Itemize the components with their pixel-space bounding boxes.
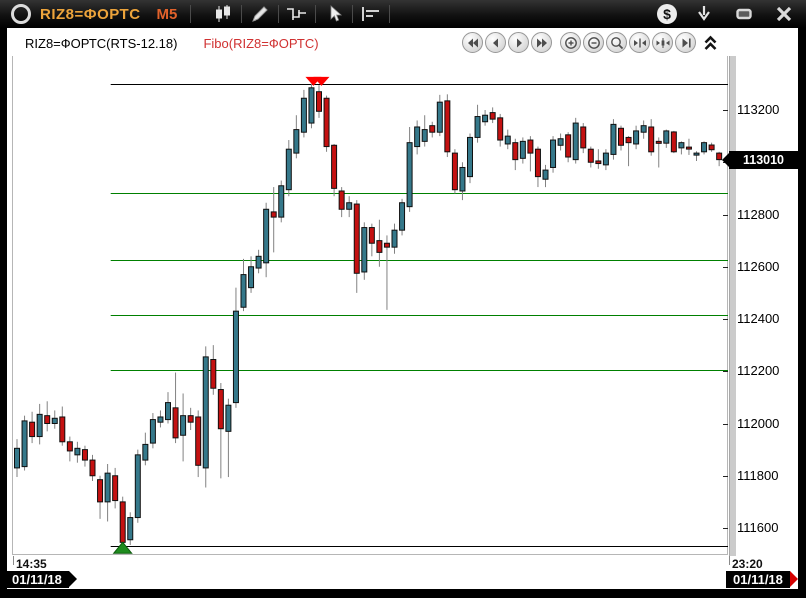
toolbar-divider xyxy=(389,5,390,23)
last-price-tag: 113010 xyxy=(729,151,798,169)
time-start-label: 14:35 xyxy=(16,557,47,571)
compress-candles-button[interactable] xyxy=(652,32,673,53)
trades-chart-icon[interactable] xyxy=(284,4,310,24)
scroll-left-button[interactable] xyxy=(485,32,506,53)
price-axis-label: 111600 xyxy=(737,520,795,535)
triangle-up-marker xyxy=(114,542,132,553)
scroll-fast-right-button[interactable] xyxy=(531,32,552,53)
titlebar: RIZ8=ФОРТС M5 $ xyxy=(0,0,806,28)
indicator-label[interactable]: Fibo(RIZ8=ФОРТС) xyxy=(203,36,318,51)
titlebar-timeframe: M5 xyxy=(157,6,178,23)
time-axis-tick-left xyxy=(13,556,14,565)
price-axis-label: 112400 xyxy=(737,311,795,326)
chart-nav-toolbar xyxy=(462,32,719,53)
date-arrow-right-icon xyxy=(790,571,798,587)
scroll-to-end-button[interactable] xyxy=(675,32,696,53)
zoom-box-button[interactable] xyxy=(606,32,627,53)
date-start-value: 01/11/18 xyxy=(12,572,62,587)
price-axis-label: 112200 xyxy=(737,363,795,378)
toolbar-divider xyxy=(190,5,191,23)
toolbar-divider xyxy=(278,5,279,23)
zoom-out-button[interactable] xyxy=(583,32,604,53)
date-end-value: 01/11/18 xyxy=(733,572,783,587)
price-axis-label: 112000 xyxy=(737,416,795,431)
dollar-button[interactable]: $ xyxy=(657,4,677,24)
toolbar-divider xyxy=(241,5,242,23)
date-tag-end: 01/11/18 xyxy=(726,571,790,588)
price-axis-strip[interactable] xyxy=(729,56,736,556)
toolbar-divider xyxy=(315,5,316,23)
titlebar-symbol: RIZ8=ФОРТС xyxy=(40,6,141,23)
collapse-toolbar-chevron[interactable] xyxy=(702,32,719,53)
drawing-toolbar xyxy=(210,4,395,24)
instrument-label: RIZ8=ФОРТС(RTS-12.18) xyxy=(25,36,177,51)
cursor-pointer-icon[interactable] xyxy=(321,4,347,24)
app-window: { "titlebar": { "symbol": "RIZ8=ФОРТС", … xyxy=(0,0,806,598)
chart-panel: RIZ8=ФОРТС(RTS-12.18) Fibo(RIZ8=ФОРТС) 11… xyxy=(7,28,798,589)
fibo-level-lines[interactable] xyxy=(111,85,728,547)
price-axis-label: 112800 xyxy=(737,207,795,222)
close-button[interactable] xyxy=(771,4,797,24)
candlestick-plot[interactable] xyxy=(12,56,728,555)
chart-header: RIZ8=ФОРТС(RTS-12.18) Fibo(RIZ8=ФОРТС) xyxy=(25,36,319,51)
scroll-fast-left-button[interactable] xyxy=(462,32,483,53)
download-arrow-button[interactable] xyxy=(691,4,717,24)
minimize-button[interactable] xyxy=(731,4,757,24)
toolbar-divider xyxy=(352,5,353,23)
date-tag-start: 01/11/18 xyxy=(5,571,69,588)
time-axis-tick-right xyxy=(729,556,730,565)
price-axis-label: 112600 xyxy=(737,259,795,274)
price-axis-label: 113200 xyxy=(737,102,795,117)
candlestick-chart-icon[interactable] xyxy=(210,4,236,24)
price-axis-label: 111800 xyxy=(737,468,795,483)
date-arrow-left-icon xyxy=(69,571,77,587)
last-price-value: 113010 xyxy=(743,153,784,167)
zoom-in-button[interactable] xyxy=(560,32,581,53)
levels-icon[interactable] xyxy=(358,4,384,24)
compress-horizontal-button[interactable] xyxy=(629,32,650,53)
window-controls: $ xyxy=(657,4,797,24)
scroll-right-button[interactable] xyxy=(508,32,529,53)
time-end-label: 23:20 xyxy=(732,557,763,571)
pencil-draw-icon[interactable] xyxy=(247,4,273,24)
app-logo-icon xyxy=(11,4,31,24)
